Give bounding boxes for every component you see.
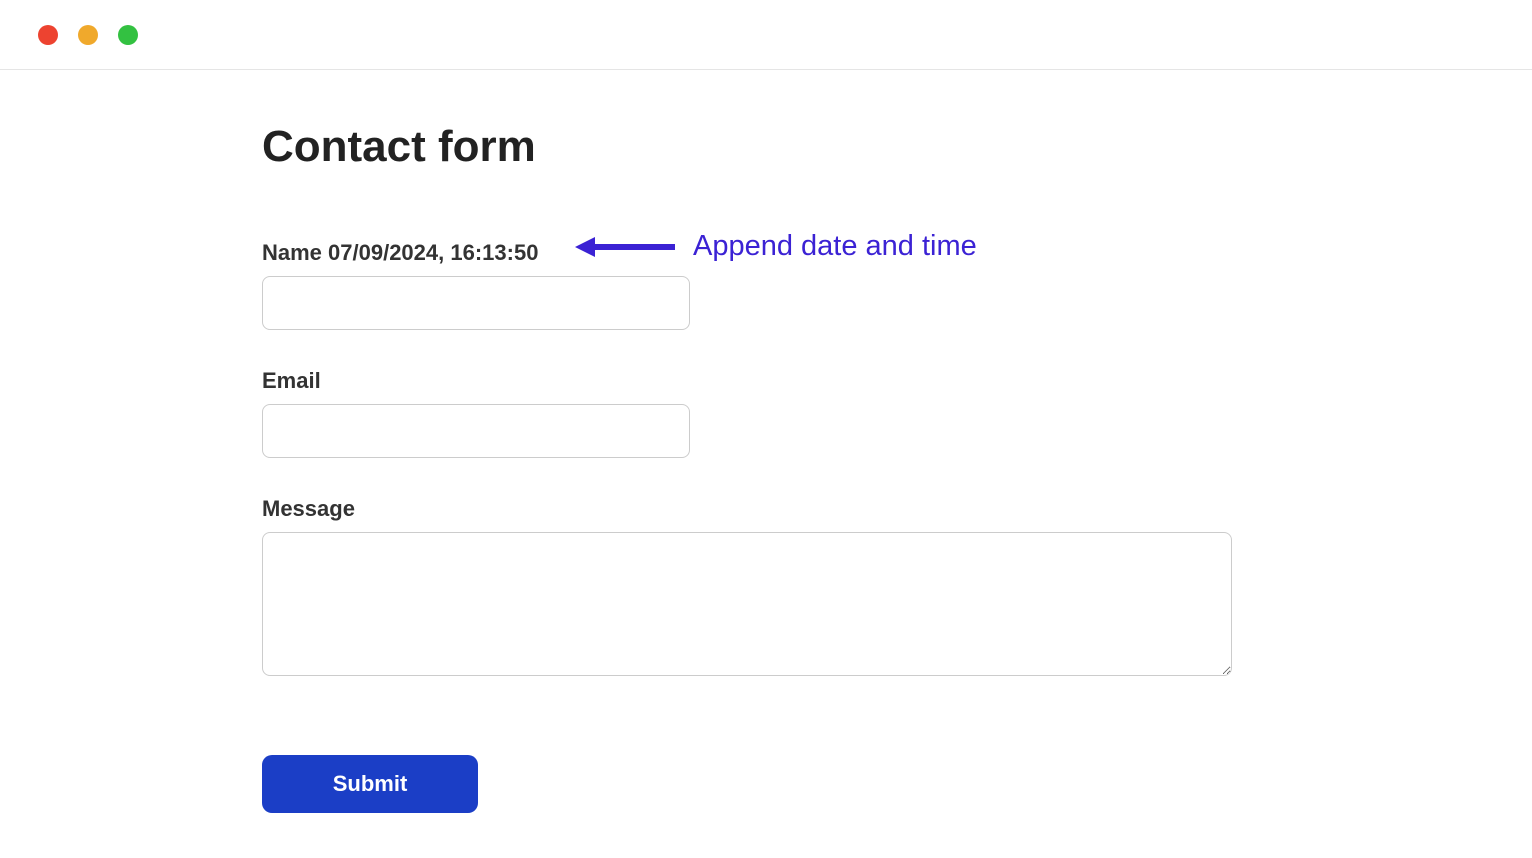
maximize-window-button[interactable] xyxy=(118,25,138,45)
message-textarea[interactable] xyxy=(262,532,1232,676)
minimize-window-button[interactable] xyxy=(78,25,98,45)
annotation-callout: Append date and time xyxy=(575,230,977,263)
email-label: Email xyxy=(262,368,1532,394)
message-form-group: Message xyxy=(262,496,1532,681)
window-title-bar xyxy=(0,0,1532,70)
name-input[interactable] xyxy=(262,276,690,330)
message-label: Message xyxy=(262,496,1532,522)
arrow-left-icon xyxy=(575,235,675,259)
main-content: Contact form Name 07/09/2024, 16:13:50 E… xyxy=(0,70,1532,813)
page-title: Contact form xyxy=(262,122,1532,172)
email-form-group: Email xyxy=(262,368,1532,458)
submit-button[interactable]: Submit xyxy=(262,755,478,813)
close-window-button[interactable] xyxy=(38,25,58,45)
annotation-text: Append date and time xyxy=(693,230,977,263)
email-input[interactable] xyxy=(262,404,690,458)
